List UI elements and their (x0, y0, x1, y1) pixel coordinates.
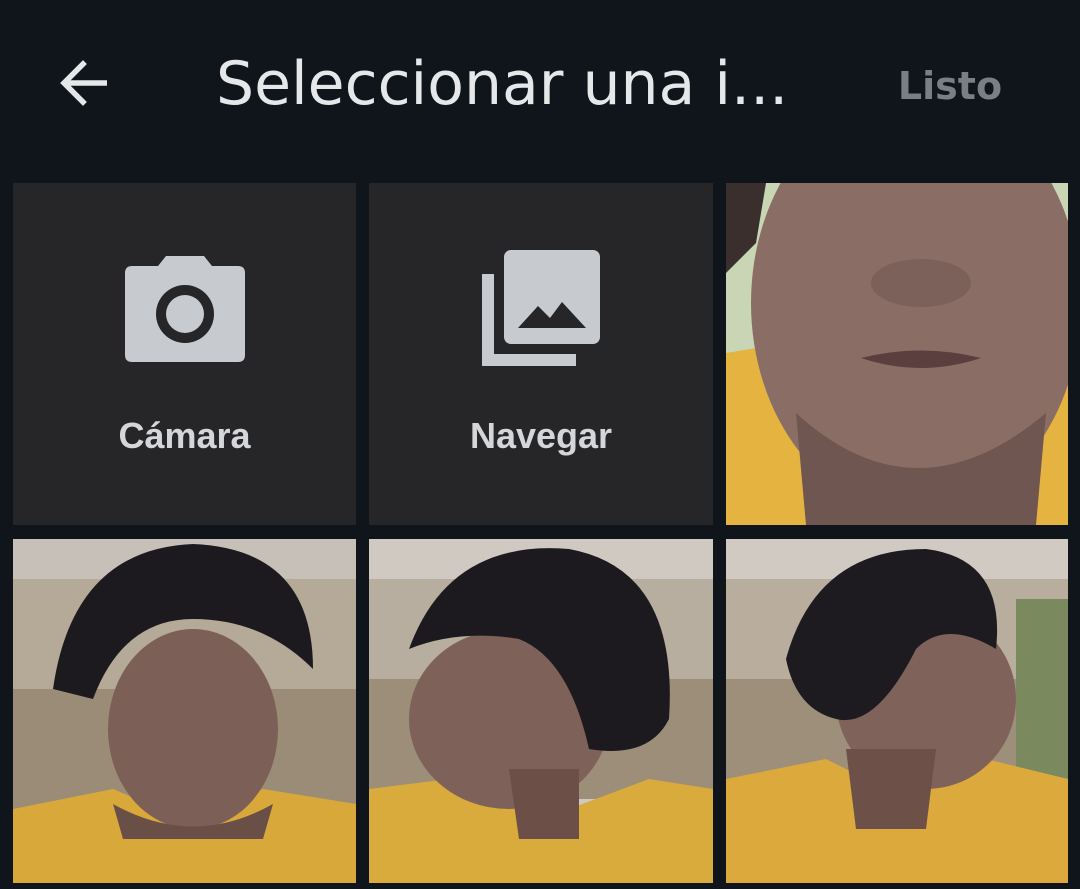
camera-label: Cámara (118, 415, 251, 456)
camera-tile[interactable]: Cámara (13, 183, 356, 525)
photo-thumbnail-1[interactable] (726, 183, 1068, 525)
arrow-back-icon (59, 60, 111, 110)
gallery-icon (479, 247, 603, 371)
photo-thumbnail-3[interactable] (369, 539, 713, 883)
image-grid: Cámara Navegar (13, 183, 1068, 883)
photo-thumbnail-2[interactable] (13, 539, 356, 883)
page-title: Seleccionar una i... (216, 49, 789, 119)
image-picker-screen: Seleccionar una i... Listo Cámara Navega… (0, 0, 1080, 889)
browse-label: Navegar (469, 415, 613, 456)
browse-tile[interactable]: Navegar (369, 183, 713, 525)
photo-thumbnail-4[interactable] (726, 539, 1068, 883)
top-app-bar: Seleccionar una i... Listo (0, 0, 1080, 170)
camera-icon (123, 247, 247, 371)
back-button[interactable] (44, 40, 126, 130)
done-button[interactable]: Listo (880, 56, 1020, 116)
